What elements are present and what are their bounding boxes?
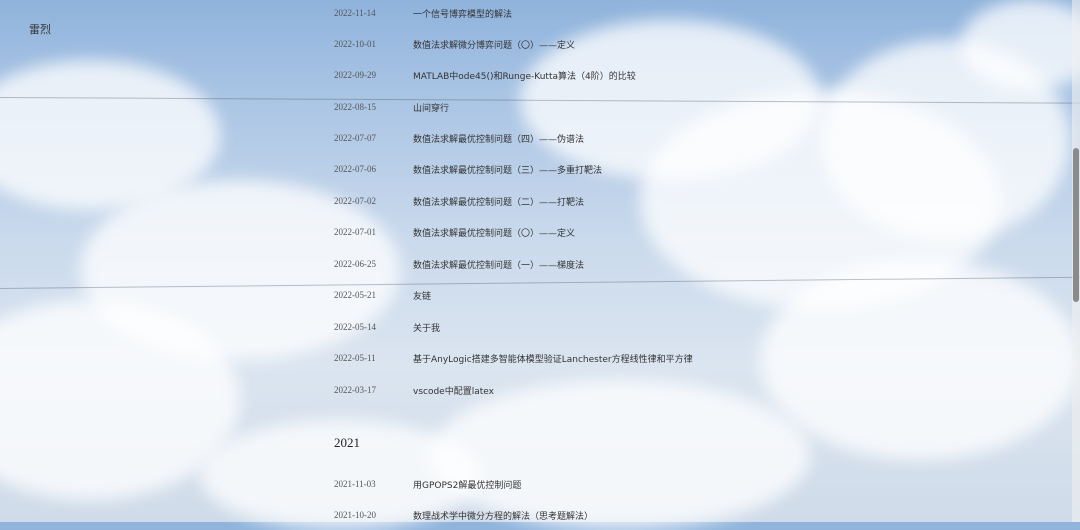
- post-date: 2022-07-02: [334, 196, 376, 206]
- post-date: 2022-07-07: [334, 133, 376, 143]
- archive-item[interactable]: 2022-11-14 一个信号博弈模型的解法: [334, 3, 512, 23]
- post-date: 2021-11-03: [334, 479, 376, 489]
- post-title-link[interactable]: 数值法求解最优控制问题（三）——多重打靶法: [413, 163, 602, 176]
- archive-item[interactable]: 2022-08-15 山间穿行: [334, 97, 449, 117]
- post-title-link[interactable]: 友链: [413, 289, 431, 302]
- post-title-link[interactable]: 数值法求解最优控制问题（一）——梯度法: [413, 258, 584, 271]
- post-date: 2022-05-11: [334, 353, 376, 363]
- post-title-link[interactable]: 山间穿行: [413, 101, 449, 114]
- post-date: 2022-03-17: [334, 385, 376, 395]
- archive-item[interactable]: 2022-03-17 vscode中配置latex: [334, 380, 494, 400]
- post-title-link[interactable]: 用GPOPS2解最优控制问题: [413, 478, 521, 491]
- archive-item[interactable]: 2022-10-01 数值法求解微分博弈问题（〇）——定义: [334, 34, 575, 54]
- archive-item[interactable]: 2021-10-20 数理战术学中微分方程的解法（思考题解法）: [334, 505, 593, 525]
- archive-item[interactable]: 2022-05-14 关于我: [334, 317, 440, 337]
- archive-item[interactable]: 2022-09-29 MATLAB中ode45()和Runge-Kutta算法（…: [334, 65, 636, 85]
- post-title-link[interactable]: 数值法求解最优控制问题（二）——打靶法: [413, 195, 584, 208]
- scrollbar-thumb[interactable]: [1073, 148, 1079, 302]
- post-date: 2022-08-15: [334, 102, 376, 112]
- archive-item[interactable]: 2022-05-11 基于AnyLogic搭建多智能体模型验证Lancheste…: [334, 348, 693, 368]
- archive-item[interactable]: 2022-06-25 数值法求解最优控制问题（一）——梯度法: [334, 254, 584, 274]
- archive-item[interactable]: 2022-07-07 数值法求解最优控制问题（四）——伪谱法: [334, 128, 584, 148]
- scrollbar[interactable]: [1072, 0, 1080, 522]
- post-title-link[interactable]: 数值法求解微分博弈问题（〇）——定义: [413, 38, 575, 51]
- post-title-link[interactable]: 数理战术学中微分方程的解法（思考题解法）: [413, 509, 593, 522]
- post-date: 2022-05-14: [334, 322, 376, 332]
- archive-item[interactable]: 2022-07-06 数值法求解最优控制问题（三）——多重打靶法: [334, 159, 602, 179]
- post-title-link[interactable]: 数值法求解最优控制问题（〇）——定义: [413, 226, 575, 239]
- archive-item[interactable]: 2022-05-21 友链: [334, 285, 431, 305]
- site-name[interactable]: 雷烈: [29, 21, 51, 37]
- post-title-link[interactable]: vscode中配置latex: [413, 384, 494, 397]
- year-heading: 2021: [334, 435, 360, 450]
- archive-item[interactable]: 2022-07-01 数值法求解最优控制问题（〇）——定义: [334, 222, 575, 242]
- post-title-link[interactable]: 基于AnyLogic搭建多智能体模型验证Lanchester方程线性律和平方律: [413, 352, 693, 365]
- post-date: 2022-09-29: [334, 70, 376, 80]
- post-title-link[interactable]: 关于我: [413, 321, 440, 334]
- post-date: 2022-05-21: [334, 290, 376, 300]
- post-date: 2022-10-01: [334, 39, 376, 49]
- archive-item[interactable]: 2022-07-02 数值法求解最优控制问题（二）——打靶法: [334, 191, 584, 211]
- post-date: 2021-10-20: [334, 510, 376, 520]
- post-date: 2022-11-14: [334, 8, 376, 18]
- post-date: 2022-06-25: [334, 259, 376, 269]
- post-date: 2022-07-06: [334, 164, 376, 174]
- archive-item[interactable]: 2021-11-03 用GPOPS2解最优控制问题: [334, 474, 521, 494]
- post-date: 2022-07-01: [334, 227, 376, 237]
- post-title-link[interactable]: 数值法求解最优控制问题（四）——伪谱法: [413, 132, 584, 145]
- post-title-link[interactable]: 一个信号博弈模型的解法: [413, 7, 512, 20]
- post-title-link[interactable]: MATLAB中ode45()和Runge-Kutta算法（4阶）的比较: [413, 69, 636, 82]
